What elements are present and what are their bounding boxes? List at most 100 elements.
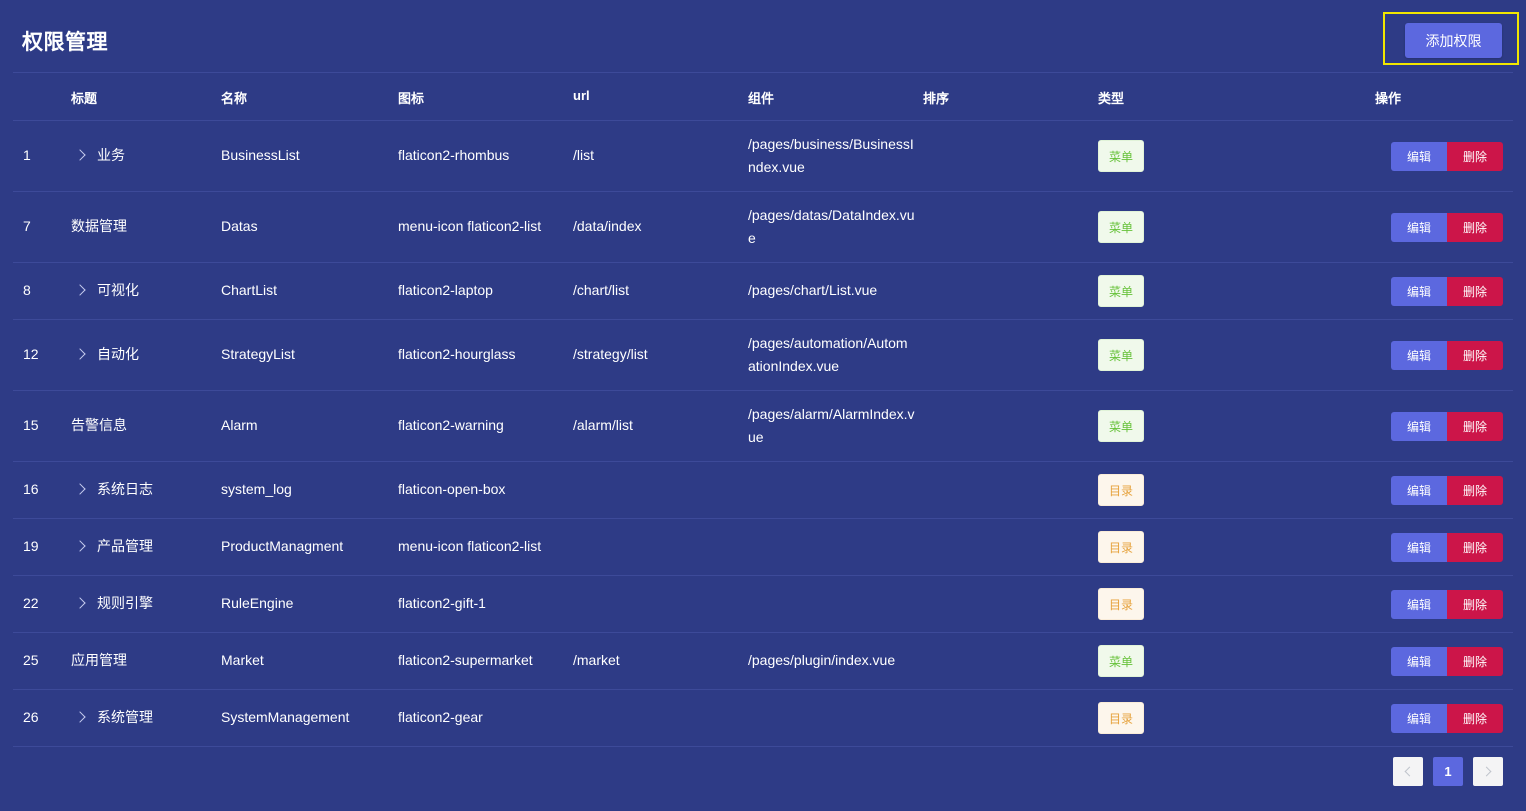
row-id: 7 xyxy=(23,218,31,234)
row-name: Datas xyxy=(221,218,258,234)
page-title: 权限管理 xyxy=(22,31,108,54)
row-component-line2: ue xyxy=(748,429,764,445)
row-component-line2: ndex.vue xyxy=(748,159,805,175)
row-component: /pages/chart/List.vue xyxy=(748,282,878,298)
header-url: url xyxy=(573,88,590,103)
edit-button[interactable]: 编辑 xyxy=(1391,341,1447,370)
row-icon-class: flaticon2-warning xyxy=(398,417,504,433)
type-badge: 目录 xyxy=(1098,474,1144,506)
row-title: 自动化 xyxy=(97,346,139,362)
table-row: 22 规则引擎 RuleEngine flaticon2-gift-1 目录 编辑 删除 xyxy=(13,575,1513,632)
table-divider xyxy=(13,72,1513,73)
type-badge: 菜单 xyxy=(1098,410,1144,442)
type-badge: 菜单 xyxy=(1098,339,1144,371)
row-title: 告警信息 xyxy=(71,417,127,433)
row-id: 12 xyxy=(23,346,39,362)
table-row: 12 自动化 StrategyList flaticon2-hourglass/str… xyxy=(13,319,1513,390)
row-icon-class: flaticon2-hourglass xyxy=(398,346,516,362)
row-icon-class: flaticon-open-box xyxy=(398,481,506,497)
row-title: 业务 xyxy=(97,147,125,163)
row-title: 数据管理 xyxy=(71,218,127,234)
pagination-page-1[interactable]: 1 xyxy=(1433,757,1463,786)
row-url: /list xyxy=(573,147,594,163)
type-badge: 菜单 xyxy=(1098,140,1144,172)
row-title: 可视化 xyxy=(97,282,139,298)
row-icon-class: flaticon2-supermarket xyxy=(398,652,533,668)
row-url: /chart/list xyxy=(573,282,630,298)
chevron-right-icon xyxy=(1481,766,1492,777)
table-row: 16 系统日志 system_log flaticon-open-box 目录 编辑 删除 xyxy=(13,461,1513,518)
edit-button[interactable]: 编辑 xyxy=(1391,412,1447,441)
header-actions: 操作 xyxy=(1375,91,1402,106)
page-header: 权限管理 添加权限 xyxy=(0,0,1526,72)
chevron-left-icon xyxy=(1404,766,1415,777)
chevron-right-icon[interactable] xyxy=(74,540,86,552)
type-badge: 目录 xyxy=(1098,531,1144,563)
edit-button[interactable]: 编辑 xyxy=(1391,533,1447,562)
edit-button[interactable]: 编辑 xyxy=(1391,590,1447,619)
row-icon-class: flaticon2-gift-1 xyxy=(398,595,486,611)
row-component-line2: e xyxy=(748,230,756,246)
delete-button[interactable]: 删除 xyxy=(1447,213,1503,242)
header-type: 类型 xyxy=(1098,91,1125,106)
delete-button[interactable]: 删除 xyxy=(1447,142,1503,171)
row-icon-class: flaticon2-gear xyxy=(398,709,483,725)
row-title: 应用管理 xyxy=(71,652,127,668)
row-id: 15 xyxy=(23,417,39,433)
row-component-line1: /pages/business/BusinessI xyxy=(748,136,914,152)
delete-button[interactable]: 删除 xyxy=(1447,533,1503,562)
table-row: 25 应用管理 Market flaticon2-supermarket/market… xyxy=(13,632,1513,689)
delete-button[interactable]: 删除 xyxy=(1447,590,1503,619)
chevron-right-icon[interactable] xyxy=(74,284,86,296)
edit-button[interactable]: 编辑 xyxy=(1391,704,1447,733)
delete-button[interactable]: 删除 xyxy=(1447,341,1503,370)
row-url: /data/index xyxy=(573,218,642,234)
row-name: system_log xyxy=(221,481,292,497)
row-icon-class: menu-icon flaticon2-list xyxy=(398,218,542,234)
delete-button[interactable]: 删除 xyxy=(1447,476,1503,505)
delete-button[interactable]: 删除 xyxy=(1447,412,1503,441)
row-id: 16 xyxy=(23,481,39,497)
type-badge: 菜单 xyxy=(1098,211,1144,243)
delete-button[interactable]: 删除 xyxy=(1447,277,1503,306)
row-component-line1: /pages/automation/Autom xyxy=(748,335,908,351)
table-divider xyxy=(13,746,1513,747)
table-row: 15 告警信息 Alarm flaticon2-warning/alarm/list /… xyxy=(13,390,1513,461)
row-id: 25 xyxy=(23,652,39,668)
row-name: StrategyList xyxy=(221,346,295,362)
edit-button[interactable]: 编辑 xyxy=(1391,142,1447,171)
header-sort[interactable]: 排序 xyxy=(923,88,949,107)
edit-button[interactable]: 编辑 xyxy=(1391,277,1447,306)
row-name: RuleEngine xyxy=(221,595,294,611)
edit-button[interactable]: 编辑 xyxy=(1391,476,1447,505)
header-component: 组件 xyxy=(748,91,775,106)
row-component: /pages/plugin/index.vue xyxy=(748,652,896,668)
delete-button[interactable]: 删除 xyxy=(1447,647,1503,676)
chevron-right-icon[interactable] xyxy=(74,711,86,723)
pagination-prev-button[interactable] xyxy=(1393,757,1423,786)
add-permission-button[interactable]: 添加权限 xyxy=(1405,23,1502,58)
row-name: SystemManagement xyxy=(221,709,350,725)
chevron-right-icon[interactable] xyxy=(74,483,86,495)
row-id: 22 xyxy=(23,595,39,611)
type-badge: 目录 xyxy=(1098,702,1144,734)
row-name: ProductManagment xyxy=(221,538,344,554)
type-badge: 菜单 xyxy=(1098,275,1144,307)
table-row: 26 系统管理 SystemManagement flaticon2-gear 目录 编辑… xyxy=(13,689,1513,746)
row-name: ChartList xyxy=(221,282,278,298)
row-id: 26 xyxy=(23,709,39,725)
row-url: /market xyxy=(573,652,620,668)
row-url: /strategy/list xyxy=(573,346,648,362)
chevron-right-icon[interactable] xyxy=(74,348,86,360)
table-row: 19 产品管理 ProductManagment menu-icon flaticon… xyxy=(13,518,1513,575)
edit-button[interactable]: 编辑 xyxy=(1391,213,1447,242)
row-name: Alarm xyxy=(221,417,258,433)
delete-button[interactable]: 删除 xyxy=(1447,704,1503,733)
edit-button[interactable]: 编辑 xyxy=(1391,647,1447,676)
table-row: 7 数据管理 Datas menu-icon flaticon2-list/data/… xyxy=(13,191,1513,262)
chevron-right-icon[interactable] xyxy=(74,149,86,161)
row-name: BusinessList xyxy=(221,147,300,163)
pagination-next-button[interactable] xyxy=(1473,757,1503,786)
chevron-right-icon[interactable] xyxy=(74,597,86,609)
row-component-line2: ationIndex.vue xyxy=(748,358,840,374)
